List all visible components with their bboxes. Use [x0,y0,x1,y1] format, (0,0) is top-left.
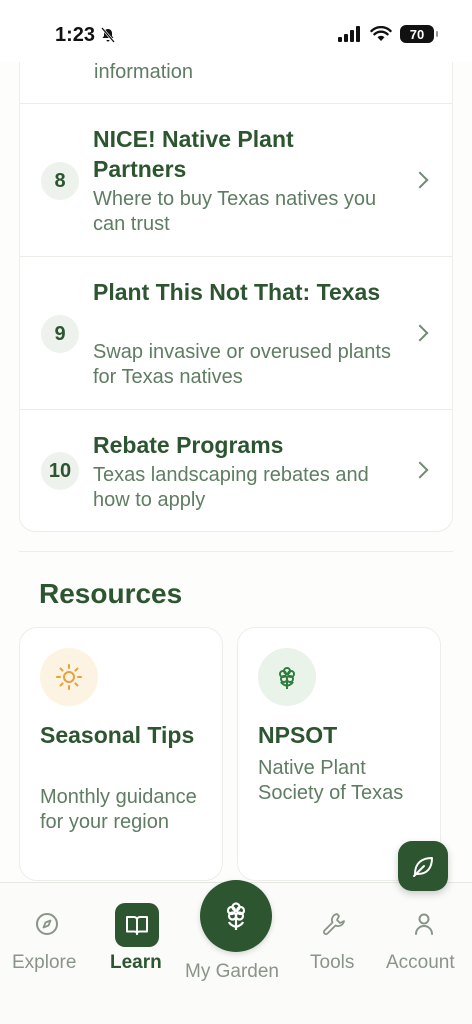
status-bar: 1:23 70 [0,0,472,62]
leaf-fab-button[interactable] [398,841,448,891]
section-divider [19,551,453,552]
chevron-right-icon [411,461,429,479]
status-time: 1:23 [55,24,96,46]
list-item-rebate-programs[interactable]: 10 Rebate Programs Texas landscaping reb… [20,409,452,531]
my-garden-center-button[interactable] [200,880,272,952]
nav-tools-button[interactable] [312,902,356,946]
list-item-plant-this-not-that[interactable]: 9 Plant This Not That: Texas Swap invasi… [20,256,452,409]
nav-label-account[interactable]: Account [386,952,455,974]
resource-description: Native Plant Society of Texas [258,757,404,804]
book-icon [126,916,148,935]
nav-label-learn[interactable]: Learn [110,952,162,974]
wifi-icon [370,26,392,41]
list-item-native-plant-partners[interactable]: 8 NICE! Native Plant Partners Where to b… [20,103,452,256]
flower-icon [258,648,316,706]
chevron-right-icon [411,324,429,342]
battery-indicator: 70 [400,25,438,43]
user-icon [415,913,433,935]
resources-heading: Resources [39,578,183,609]
item-title: Rebate Programs [93,432,284,458]
item-title: NICE! Native Plant Partners [93,126,294,182]
wrench-icon [323,913,345,935]
resource-description: Monthly guidance for your region [40,786,197,833]
nav-account-button[interactable] [402,902,446,946]
nav-explore-button[interactable] [25,902,69,946]
nav-label-tools[interactable]: Tools [310,952,354,974]
flower-icon [226,902,246,930]
guide-list-card: information 8 NICE! Native Plant Partner… [19,40,453,532]
chevron-right-icon [411,171,429,189]
resource-title: NPSOT [258,722,338,748]
item-number-badge: 10 [41,452,79,490]
item-title: Plant This Not That: Texas [93,279,381,305]
item-description: Texas landscaping rebates and how to app… [93,464,369,511]
resource-title: Seasonal Tips [40,722,195,748]
signal-icon [338,26,360,42]
nav-learn-button[interactable] [115,903,159,947]
item-description: Where to buy Texas natives you can trust [93,188,377,235]
status-indicators: 70 [338,25,438,43]
list-item-partial-text: information [94,61,193,83]
leaf-icon [413,857,433,877]
item-number-badge: 8 [41,162,79,200]
sun-icon [40,648,98,706]
compass-icon [36,913,58,935]
bell-muted-icon [101,27,115,43]
item-number-badge: 9 [41,315,79,353]
item-description: Swap invasive or overused plants for Tex… [93,341,391,388]
resource-card-seasonal-tips[interactable]: Seasonal Tips Monthly guidance for your … [19,627,223,881]
nav-label-my-garden[interactable]: My Garden [185,961,279,983]
nav-label-explore[interactable]: Explore [12,952,76,974]
